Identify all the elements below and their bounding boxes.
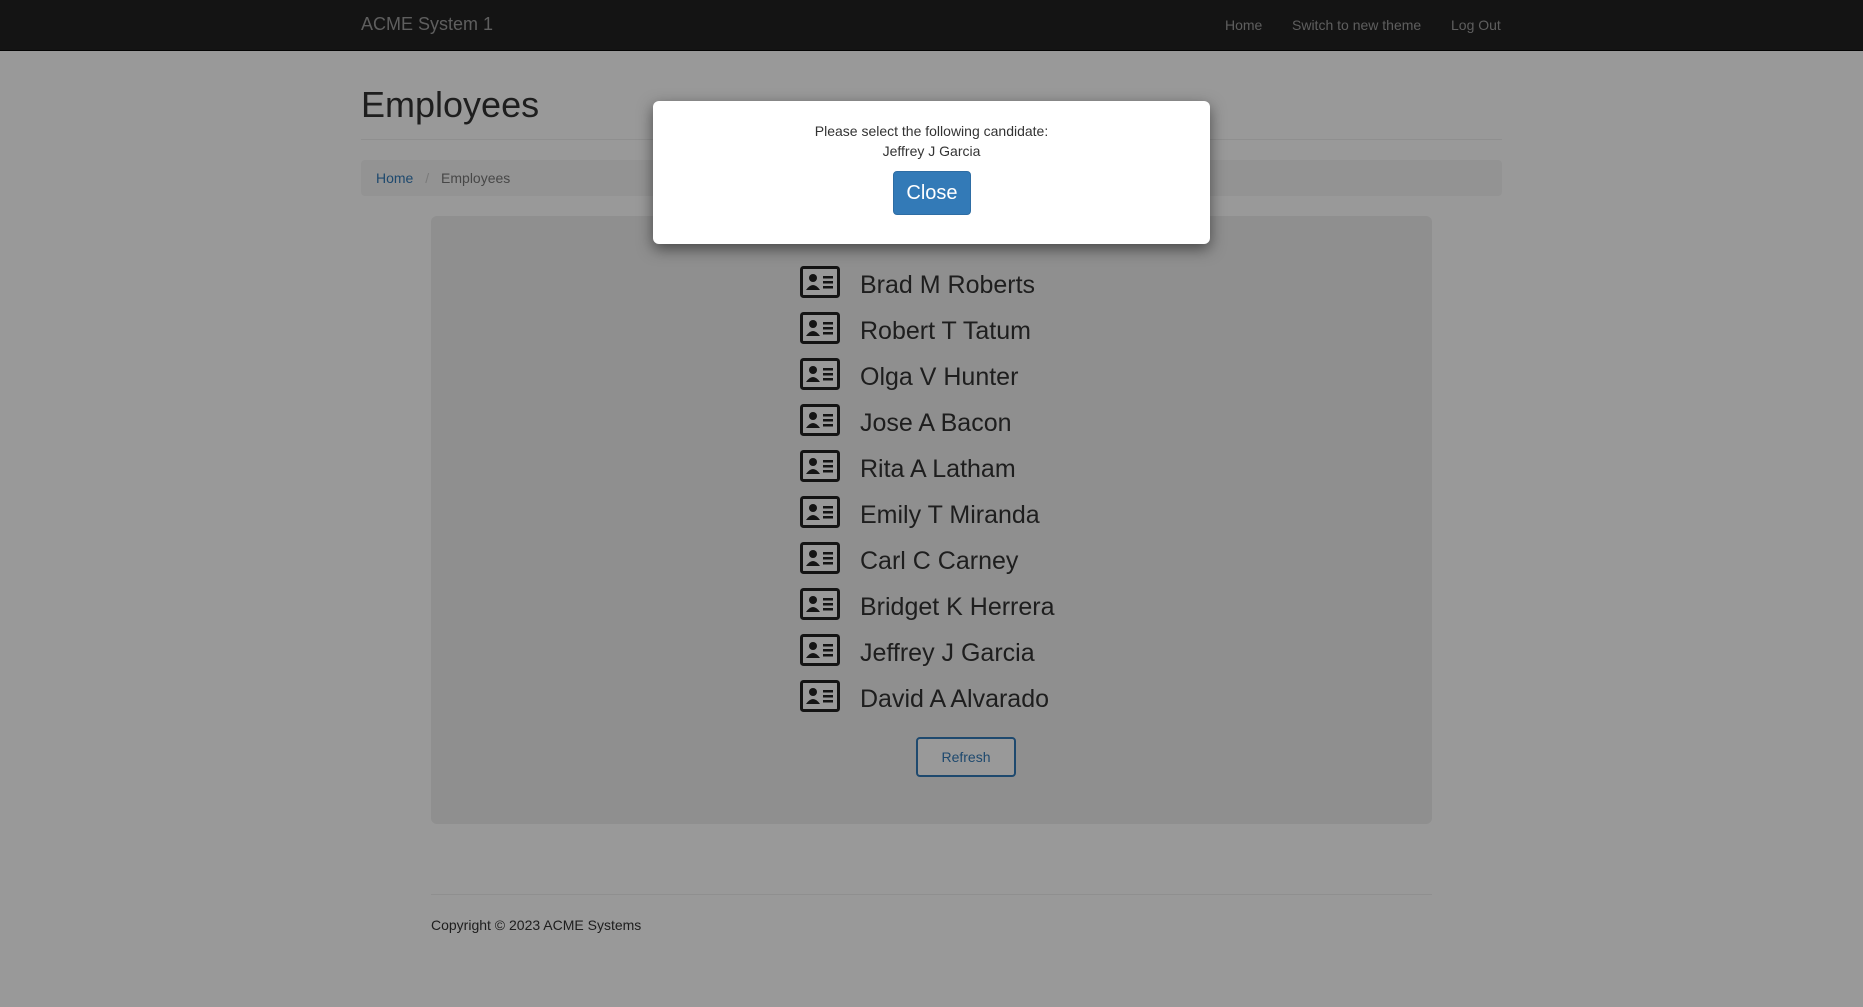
candidate-modal: Please select the following candidate: J… <box>653 101 1210 244</box>
modal-message: Please select the following candidate: <box>814 123 1049 139</box>
modal-candidate-name: Jeffrey J Garcia <box>882 143 981 159</box>
close-button[interactable]: Close <box>893 171 971 215</box>
